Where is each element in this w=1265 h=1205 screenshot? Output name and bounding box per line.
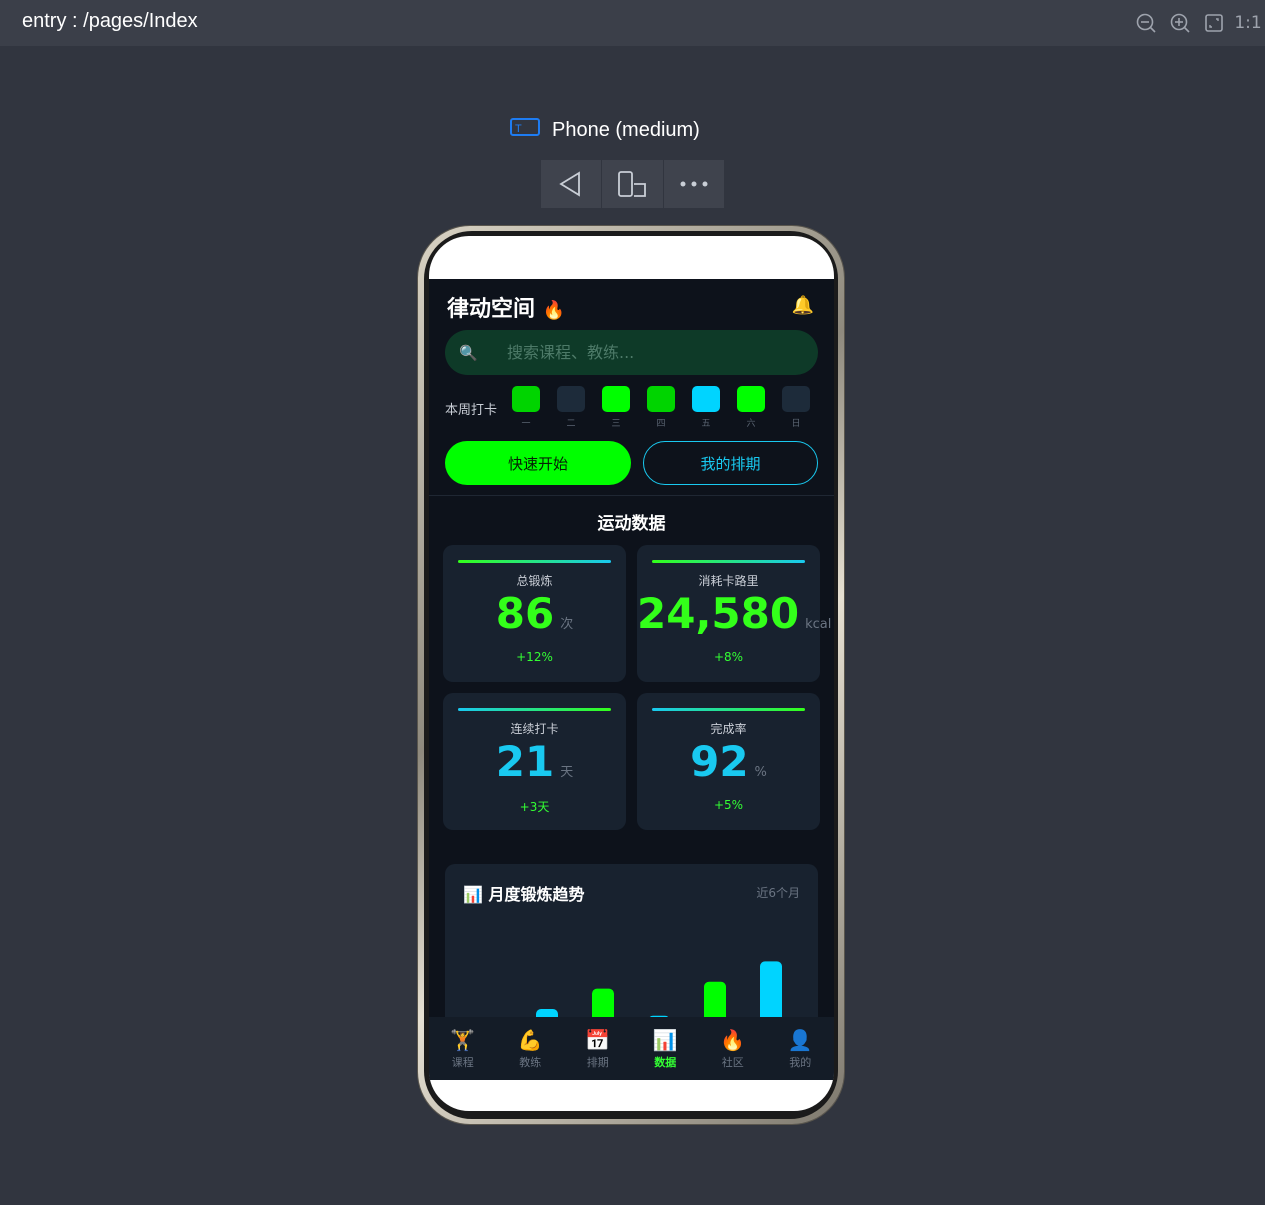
phone-screen: 律动空间 🔥 🔔 🔍 本周打卡 一二三四五六日 快速开始 我的排期 运动数据 总… bbox=[429, 236, 834, 1111]
checkin-day[interactable]: 日 bbox=[782, 386, 810, 429]
quick-start-button[interactable]: 快速开始 bbox=[445, 441, 631, 485]
tab-label: 课程 bbox=[451, 1056, 474, 1069]
tab-icon: 🏋 bbox=[450, 1028, 476, 1052]
tab-icon: 📅 bbox=[585, 1028, 611, 1052]
checkin-day-label: 四 bbox=[656, 419, 666, 429]
stat-unit: % bbox=[754, 765, 767, 780]
fire-icon: 🔥 bbox=[542, 300, 566, 321]
checkin-day[interactable]: 四 bbox=[647, 386, 675, 429]
stat-value: 21 bbox=[495, 737, 555, 786]
app-title-text: 律动空间 bbox=[447, 297, 536, 322]
page-path-title: entry : /pages/Index bbox=[22, 10, 198, 32]
tab-label: 教练 bbox=[519, 1056, 542, 1069]
device-controls bbox=[541, 160, 724, 208]
stat-label: 消耗卡路里 bbox=[698, 574, 759, 588]
stat-value-row: 86 次 bbox=[443, 589, 626, 638]
checkin-day-square bbox=[647, 386, 675, 412]
tab-label: 排期 bbox=[586, 1056, 609, 1069]
stat-value: 92 bbox=[690, 737, 749, 786]
checkin-day[interactable]: 一 bbox=[512, 386, 540, 429]
more-icon[interactable] bbox=[664, 160, 724, 208]
checkin-day-label: 一 bbox=[521, 419, 531, 429]
checkin-day-label: 五 bbox=[701, 419, 711, 429]
tab-icon: 👤 bbox=[787, 1028, 813, 1052]
tab-icon: 🔥 bbox=[720, 1028, 746, 1052]
stat-unit: 天 bbox=[560, 765, 574, 780]
search-bar[interactable]: 🔍 bbox=[445, 330, 818, 375]
rotate-icon[interactable] bbox=[602, 160, 664, 208]
stat-label: 总锻炼 bbox=[516, 574, 553, 588]
checkin-day-square bbox=[602, 386, 630, 412]
tab-label: 社区 bbox=[721, 1056, 744, 1069]
stat-accent-bar bbox=[652, 560, 805, 563]
stat-value-row: 21 天 bbox=[443, 737, 626, 786]
tab-icon: 💪 bbox=[517, 1028, 543, 1052]
tab-icon: 📊 bbox=[652, 1028, 678, 1052]
checkin-day[interactable]: 二 bbox=[557, 386, 585, 429]
stat-value-row: 24,580 kcal bbox=[637, 589, 831, 638]
tab-label: 数据 bbox=[654, 1056, 677, 1069]
stat-unit: 次 bbox=[560, 617, 574, 632]
previewer-toolbar: entry : /pages/Index 1:1 bbox=[0, 0, 1265, 46]
bell-icon[interactable]: 🔔 bbox=[792, 295, 814, 316]
stat-label: 完成率 bbox=[710, 722, 747, 736]
back-icon[interactable] bbox=[541, 160, 603, 208]
tab-label: 我的 bbox=[789, 1056, 812, 1069]
stat-card[interactable]: 完成率 92% +5% bbox=[637, 693, 820, 830]
zoom-in-icon[interactable] bbox=[1169, 12, 1191, 34]
bottom-tab-bar: 🏋 课程 💪 教练 📅 排期 📊 数据 🔥 社区 👤 我的 bbox=[429, 1017, 834, 1080]
stats-section-title: 运动数据 bbox=[597, 514, 666, 534]
stat-card[interactable]: 消耗卡路里 24,580 kcal +8% bbox=[637, 545, 831, 682]
stat-accent-bar bbox=[458, 708, 611, 711]
tab-排期[interactable]: 📅 排期 bbox=[564, 1017, 632, 1080]
search-input[interactable] bbox=[505, 342, 789, 363]
tab-我的[interactable]: 👤 我的 bbox=[767, 1017, 835, 1080]
checkin-day-label: 日 bbox=[791, 419, 801, 429]
stat-change: +5% bbox=[713, 798, 744, 812]
checkin-day-square bbox=[512, 386, 540, 412]
stat-label: 连续打卡 bbox=[510, 722, 559, 736]
search-icon: 🔍 bbox=[459, 343, 478, 362]
checkin-day[interactable]: 三 bbox=[602, 386, 630, 429]
stat-value: 24,580 bbox=[637, 589, 800, 638]
stat-change: +8% bbox=[713, 650, 744, 664]
stat-card[interactable]: 总锻炼 86 次 +12% bbox=[443, 545, 626, 682]
checkin-day-label: 三 bbox=[611, 419, 621, 429]
stat-accent-bar bbox=[652, 708, 805, 711]
device-type-icon: T bbox=[510, 117, 540, 143]
stat-card[interactable]: 连续打卡 21 天 +3天 bbox=[443, 693, 626, 830]
checkin-day-square bbox=[737, 386, 765, 412]
stat-change: +12% bbox=[516, 650, 553, 664]
tab-课程[interactable]: 🏋 课程 bbox=[429, 1017, 497, 1080]
divider bbox=[429, 495, 834, 496]
stat-change: +3天 bbox=[519, 800, 550, 814]
zoom-out-icon[interactable] bbox=[1135, 12, 1157, 34]
app-title: 律动空间 🔥 bbox=[447, 291, 565, 323]
stat-unit: kcal bbox=[805, 617, 832, 632]
stat-value: 86 bbox=[495, 589, 555, 638]
checkin-label: 本周打卡 bbox=[445, 403, 498, 418]
device-label: T Phone (medium) bbox=[510, 117, 700, 143]
tab-社区[interactable]: 🔥 社区 bbox=[699, 1017, 767, 1080]
checkin-day-square bbox=[782, 386, 810, 412]
stat-value-row: 92% bbox=[637, 737, 820, 786]
app-root: 律动空间 🔥 🔔 🔍 本周打卡 一二三四五六日 快速开始 我的排期 运动数据 总… bbox=[429, 279, 834, 1080]
device-name: Phone (medium) bbox=[552, 118, 700, 141]
stat-accent-bar bbox=[458, 560, 611, 563]
checkin-days: 一二三四五六日 bbox=[512, 386, 810, 429]
checkin-day-square bbox=[557, 386, 585, 412]
fit-screen-icon[interactable] bbox=[1203, 12, 1225, 34]
checkin-day-square bbox=[692, 386, 720, 412]
tab-数据[interactable]: 📊 数据 bbox=[632, 1017, 700, 1080]
checkin-day-label: 六 bbox=[746, 419, 756, 429]
actual-size-icon[interactable]: 1:1 bbox=[1234, 12, 1261, 34]
my-schedule-button[interactable]: 我的排期 bbox=[643, 441, 818, 485]
svg-text:T: T bbox=[515, 123, 522, 135]
checkin-day[interactable]: 六 bbox=[737, 386, 765, 429]
checkin-day[interactable]: 五 bbox=[692, 386, 720, 429]
tab-教练[interactable]: 💪 教练 bbox=[497, 1017, 565, 1080]
checkin-day-label: 二 bbox=[566, 419, 576, 429]
